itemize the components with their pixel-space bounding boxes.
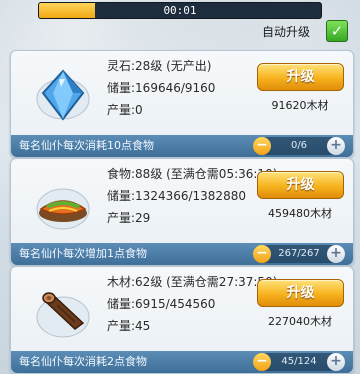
worker-consumption-bar: 每名仙仆每次增加1点食物 − 267/267 + [11,243,353,265]
resource-level: 灵石:28级 (无产出) [107,59,212,73]
upgrade-button[interactable]: 升级 [257,279,344,307]
resource-storage: 储量:169646/9160 [107,81,216,95]
crystal-icon [31,63,95,127]
checkmark-icon: ✓ [330,22,344,40]
resource-card-wood: 木材:62级 (至满仓需27:37:50) 储量:6915/454560 产量:… [10,266,354,374]
resource-storage: 储量:6915/454560 [107,297,216,311]
wood-log-icon [31,279,95,343]
resource-output: 产量:0 [107,103,143,117]
resource-card-food: 食物:88级 (至满仓需05:36:10) 储量:1324366/1382880… [10,158,354,266]
increase-button[interactable]: + [327,245,345,263]
worker-count: 267/267 [278,248,320,259]
worker-stepper: − 45/124 + [253,353,345,371]
upgrade-cost: 91620木材 [271,99,329,112]
worker-count: 0/6 [290,140,308,151]
worker-consumption-text: 每名仙仆每次消耗10点食物 [19,139,154,152]
upgrade-button[interactable]: 升级 [257,63,344,91]
worker-consumption-text: 每名仙仆每次消耗2点食物 [19,355,147,368]
increase-button[interactable]: + [327,137,345,155]
timer-progress-bar: 00:01 [39,3,321,18]
worker-consumption-text: 每名仙仆每次增加1点食物 [19,247,147,260]
resource-storage: 储量:1324366/1382880 [107,189,246,203]
resource-level: 木材:62级 (至满仓需27:37:50) [107,275,278,289]
resource-card-spirit-stone: 灵石:28级 (无产出) 储量:169646/9160 产量:0 升级 9162… [10,50,354,158]
auto-upgrade-checkbox[interactable]: ✓ [326,20,348,42]
resource-level: 食物:88级 (至满仓需05:36:10) [107,167,278,181]
worker-stepper: − 0/6 + [253,137,345,155]
resource-output: 产量:45 [107,319,151,333]
increase-button[interactable]: + [327,353,345,371]
food-icon [31,171,95,235]
decrease-button[interactable]: − [253,245,271,263]
upgrade-cost: 227040木材 [268,315,332,328]
worker-consumption-bar: 每名仙仆每次消耗2点食物 − 45/124 + [11,351,353,373]
worker-count: 45/124 [281,356,317,367]
upgrade-button[interactable]: 升级 [257,171,344,199]
worker-consumption-bar: 每名仙仆每次消耗10点食物 − 0/6 + [11,135,353,157]
timer-text: 00:01 [163,4,197,17]
decrease-button[interactable]: − [253,353,271,371]
resource-output: 产量:29 [107,211,151,225]
worker-stepper: − 267/267 + [253,245,345,263]
auto-upgrade-label: 自动升级 [262,25,311,39]
upgrade-cost: 459480木材 [268,207,332,220]
decrease-button[interactable]: − [253,137,271,155]
